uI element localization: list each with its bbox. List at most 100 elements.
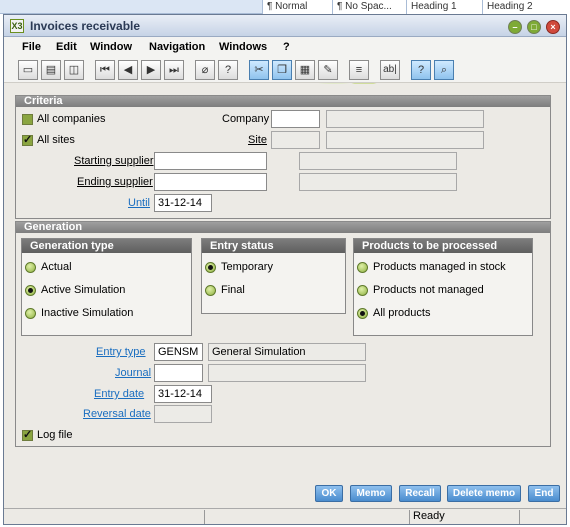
radio-active-simulation[interactable] <box>25 285 36 296</box>
question-icon[interactable]: ? <box>411 60 431 80</box>
print-preview-icon[interactable]: ◫ <box>64 60 84 80</box>
journal-label[interactable]: Journal <box>115 367 151 379</box>
window-title: Invoices receivable <box>30 19 141 33</box>
generation-type-group: Generation type Actual Active Simulation… <box>21 238 192 336</box>
memo-button[interactable]: Memo <box>350 485 392 502</box>
company-label: Company <box>222 113 270 125</box>
edit-icon[interactable]: ✎ <box>318 60 338 80</box>
criteria-title: Criteria <box>16 96 550 107</box>
recall-button[interactable]: Recall <box>399 485 441 502</box>
company-desc-field <box>326 110 484 128</box>
print-icon[interactable]: ▤ <box>41 60 61 80</box>
search-icon[interactable]: ⌕ <box>434 60 454 80</box>
entry-type-field[interactable]: GENSM <box>154 343 203 361</box>
menu-help[interactable]: ? <box>283 41 290 53</box>
actual-label: Actual <box>41 261 72 273</box>
radio-actual[interactable] <box>25 262 36 273</box>
temporary-label: Temporary <box>221 261 273 273</box>
generation-type-title: Generation type <box>22 239 191 253</box>
all-products-label: All products <box>373 307 431 319</box>
entry-date-label[interactable]: Entry date <box>94 388 144 400</box>
site-label[interactable]: Site <box>248 134 267 146</box>
invoices-window: X3 Invoices receivable – □ × File Edit W… <box>3 14 567 525</box>
final-label: Final <box>221 284 245 296</box>
products-in-stock-label: Products managed in stock <box>373 261 506 273</box>
help-icon[interactable]: ? <box>218 60 238 80</box>
reversal-date-field <box>154 405 212 423</box>
entry-status-group: Entry status Temporary Final <box>201 238 346 314</box>
style-normal[interactable]: ¶ Normal <box>262 0 332 14</box>
previous-record-icon[interactable]: ◀ <box>118 60 138 80</box>
next-record-icon[interactable]: ▶ <box>141 60 161 80</box>
ending-supplier-field[interactable] <box>154 173 267 191</box>
all-companies-checkbox[interactable] <box>22 114 33 125</box>
journal-desc <box>208 364 366 382</box>
radio-inactive-simulation[interactable] <box>25 308 36 319</box>
site-desc-field <box>326 131 484 149</box>
menu-navigation[interactable]: Navigation <box>149 41 205 53</box>
starting-supplier-field[interactable] <box>154 152 267 170</box>
until-label[interactable]: Until <box>128 197 150 209</box>
until-field[interactable]: 31-12-14 <box>154 194 212 212</box>
products-group: Products to be processed Products manage… <box>353 238 533 336</box>
copy-icon[interactable]: ❐ <box>272 60 292 80</box>
products-not-managed-label: Products not managed <box>373 284 484 296</box>
products-title: Products to be processed <box>354 239 532 253</box>
starting-supplier-desc <box>299 152 457 170</box>
radio-final[interactable] <box>205 285 216 296</box>
title-bar[interactable]: X3 Invoices receivable – □ × <box>4 15 566 37</box>
style-heading-1[interactable]: Heading 1 <box>406 0 482 14</box>
style-no-spacing[interactable]: ¶ No Spac... <box>332 0 406 14</box>
attach-icon[interactable]: ⌀ <box>195 60 215 80</box>
menu-file[interactable]: File <box>22 41 41 53</box>
menu-windows[interactable]: Windows <box>219 41 267 53</box>
ending-supplier-label[interactable]: Ending supplier <box>77 176 153 188</box>
criteria-section: Criteria All companies All sites Company… <box>15 95 551 219</box>
reversal-date-label[interactable]: Reversal date <box>83 408 151 420</box>
starting-supplier-label[interactable]: Starting supplier <box>74 155 154 167</box>
status-text: Ready <box>409 510 519 524</box>
close-button[interactable]: × <box>546 20 560 34</box>
entry-date-field[interactable]: 31-12-14 <box>154 385 212 403</box>
list-icon[interactable]: ≡ <box>349 60 369 80</box>
entry-type-label[interactable]: Entry type <box>96 346 146 358</box>
inactive-simulation-label: Inactive Simulation <box>41 307 134 319</box>
first-record-icon[interactable]: ⏮ <box>95 60 115 80</box>
log-file-label: Log file <box>37 429 73 441</box>
last-record-icon[interactable]: ⏭ <box>164 60 184 80</box>
radio-temporary[interactable] <box>205 262 216 273</box>
radio-products-in-stock[interactable] <box>357 262 368 273</box>
menu-edit[interactable]: Edit <box>56 41 77 53</box>
status-divider <box>204 510 205 524</box>
site-field <box>271 131 320 149</box>
radio-products-not-managed[interactable] <box>357 285 368 296</box>
radio-all-products[interactable] <box>357 308 368 319</box>
menu-window[interactable]: Window <box>90 41 132 53</box>
minimize-button[interactable]: – <box>508 20 522 34</box>
entry-type-desc: General Simulation <box>208 343 366 361</box>
all-companies-label: All companies <box>37 113 106 125</box>
status-bar: Ready <box>4 508 566 524</box>
entry-status-title: Entry status <box>202 239 345 253</box>
journal-field[interactable] <box>154 364 203 382</box>
menu-bar: File Edit Window Navigation Windows ? <box>4 37 566 57</box>
text-field-icon[interactable]: ab| <box>380 60 400 80</box>
delete-memo-button[interactable]: Delete memo <box>447 485 521 502</box>
generation-section: Generation Generation type Actual Active… <box>15 221 551 447</box>
generation-title: Generation <box>16 222 550 233</box>
log-file-checkbox[interactable] <box>22 428 33 441</box>
company-field[interactable] <box>271 110 320 128</box>
new-icon[interactable]: ▭ <box>18 60 38 80</box>
ok-button[interactable]: OK <box>315 485 343 502</box>
toolbar: ▭ ▤ ◫ ⏮ ◀ ▶ ⏭ ⌀ ? ✂ ❐ ▦ ✎ ≡ ab| ? ⌕ <box>4 57 566 83</box>
maximize-button[interactable]: □ <box>527 20 541 34</box>
active-simulation-label: Active Simulation <box>41 284 126 296</box>
all-sites-label: All sites <box>37 134 75 146</box>
paste-icon[interactable]: ▦ <box>295 60 315 80</box>
app-logo-icon: X3 <box>10 19 24 33</box>
style-heading-2[interactable]: Heading 2 <box>482 0 570 14</box>
all-sites-checkbox[interactable] <box>22 133 33 146</box>
cut-icon[interactable]: ✂ <box>249 60 269 80</box>
end-button[interactable]: End <box>528 485 560 502</box>
status-extra <box>519 510 566 524</box>
